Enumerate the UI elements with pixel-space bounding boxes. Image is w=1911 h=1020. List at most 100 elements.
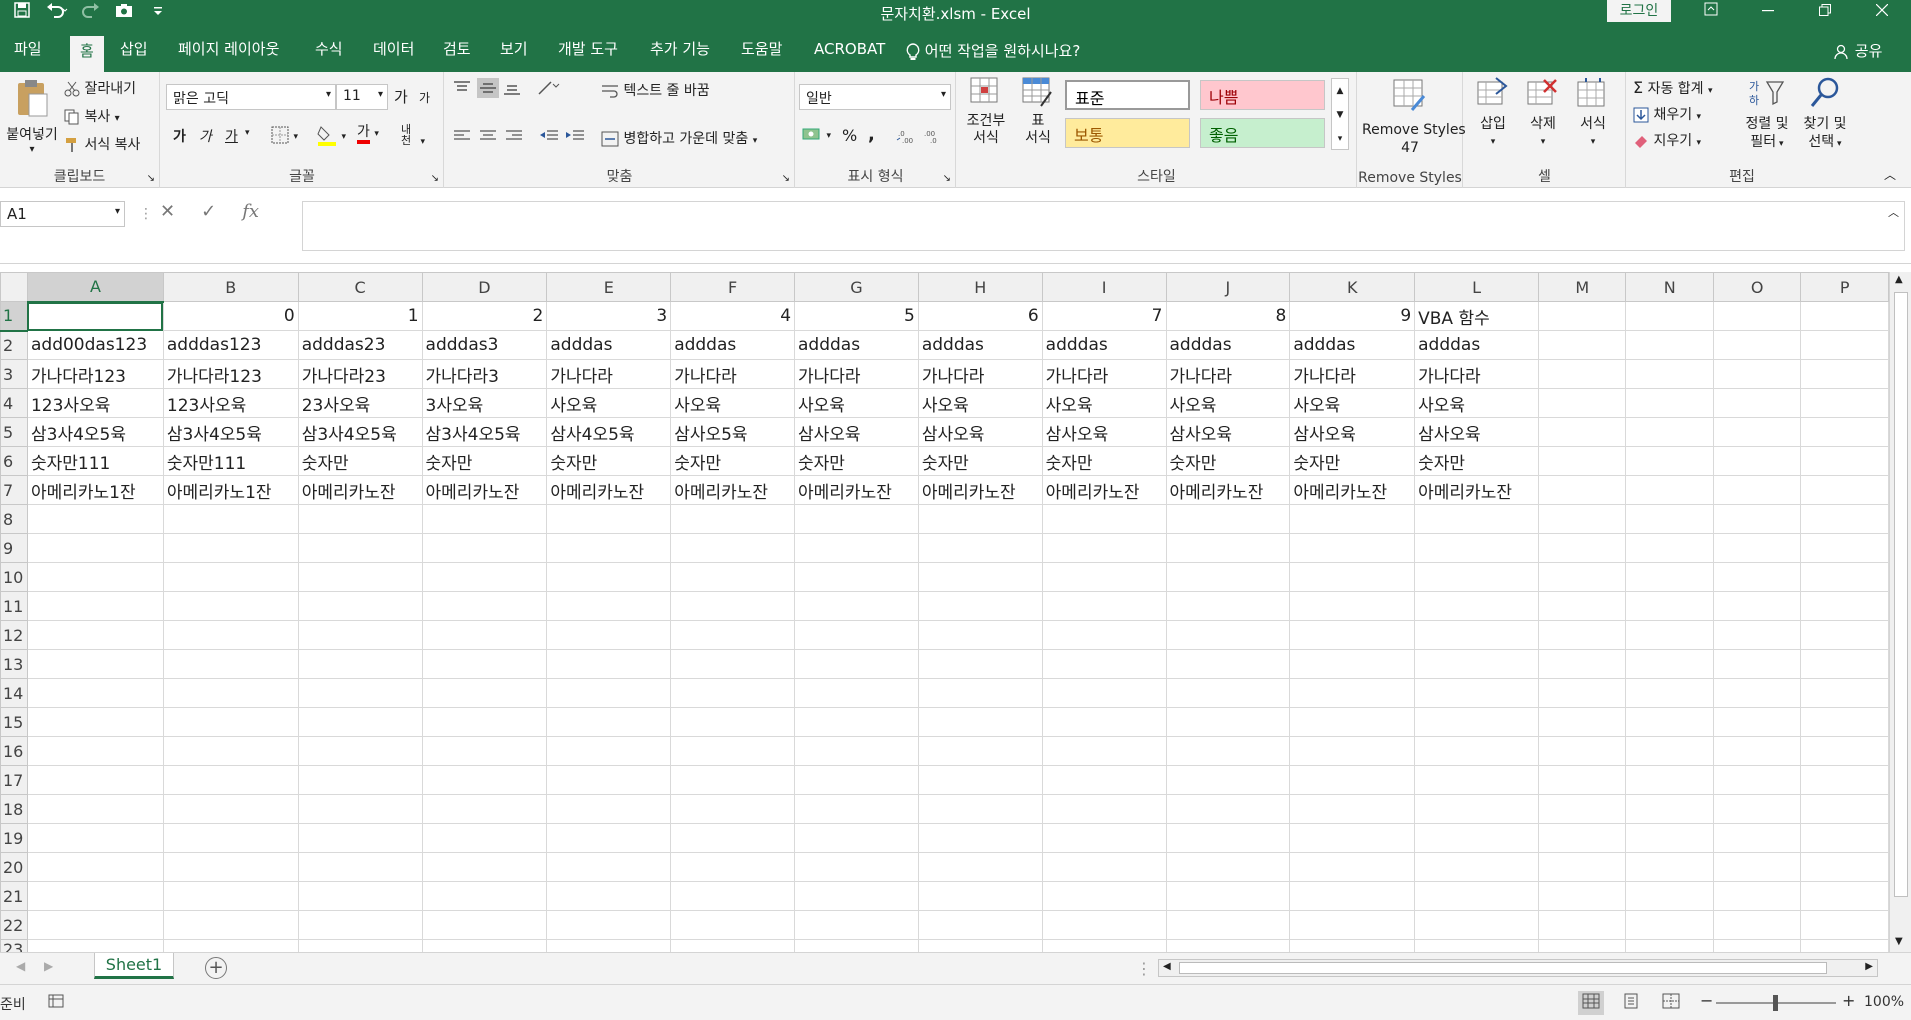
select-all-corner[interactable]: [0, 272, 28, 302]
cell-F4[interactable]: 사오육: [670, 388, 796, 418]
cell-O7[interactable]: [1712, 475, 1802, 505]
tab-page-layout[interactable]: 페이지 레이아웃: [168, 38, 289, 72]
cell-N16[interactable]: [1625, 736, 1714, 766]
row-header[interactable]: 8: [0, 504, 28, 534]
cell-D15[interactable]: [421, 707, 548, 737]
cell-B11[interactable]: [162, 591, 299, 621]
enter-icon[interactable]: ✓: [201, 201, 216, 222]
row-header[interactable]: 3: [0, 359, 28, 389]
cell-D4[interactable]: 3사오육: [421, 388, 548, 418]
row-header[interactable]: 10: [0, 562, 28, 592]
row-header[interactable]: 16: [0, 736, 28, 766]
cell-B4[interactable]: 123사오육: [162, 388, 299, 418]
cell-O1[interactable]: [1712, 301, 1802, 331]
cell-I1[interactable]: 7: [1041, 301, 1167, 331]
cell-B13[interactable]: [162, 649, 299, 679]
cell-O20[interactable]: [1712, 852, 1802, 882]
scroll-down-icon[interactable]: ▼: [1895, 936, 1903, 947]
cell-O10[interactable]: [1712, 562, 1802, 592]
zoom-slider-thumb[interactable]: [1773, 995, 1778, 1011]
cell-C13[interactable]: [297, 649, 423, 679]
cell-J9[interactable]: [1165, 533, 1291, 563]
align-middle-button[interactable]: [477, 78, 499, 98]
cell-J12[interactable]: [1165, 620, 1291, 650]
cell-L13[interactable]: [1414, 649, 1539, 679]
cell-E12[interactable]: [546, 620, 672, 650]
cell-F13[interactable]: [670, 649, 796, 679]
cell-K7[interactable]: 아메리카노잔: [1289, 475, 1416, 505]
cell-A11[interactable]: [26, 591, 164, 621]
cell-O8[interactable]: [1712, 504, 1802, 534]
zoom-in-icon[interactable]: +: [1842, 991, 1855, 1010]
cell-K20[interactable]: [1289, 852, 1416, 882]
cell-H2[interactable]: adddas: [917, 330, 1043, 360]
merge-center-button[interactable]: 병합하고 가운데 맞춤 ▾: [601, 128, 757, 148]
cell-J1[interactable]: 8: [1165, 301, 1291, 331]
cell-G14[interactable]: [794, 678, 919, 708]
cell-C4[interactable]: 23사오육: [297, 388, 423, 418]
cell-D13[interactable]: [421, 649, 548, 679]
cell-F12[interactable]: [670, 620, 796, 650]
cell-C9[interactable]: [297, 533, 423, 563]
cell-J14[interactable]: [1165, 678, 1291, 708]
cell-M17[interactable]: [1537, 765, 1627, 795]
cell-I6[interactable]: 숫자만: [1041, 446, 1167, 476]
cell-F1[interactable]: 4: [670, 301, 796, 331]
cell-K5[interactable]: 삼사오육: [1289, 417, 1416, 447]
cell-O19[interactable]: [1712, 823, 1802, 853]
cell-N3[interactable]: [1625, 359, 1714, 389]
conditional-formatting-button[interactable]: 조건부 서식: [961, 76, 1011, 147]
cell-J16[interactable]: [1165, 736, 1291, 766]
cell-K13[interactable]: [1289, 649, 1416, 679]
number-launcher-icon[interactable]: ↘: [943, 173, 951, 184]
cell-C2[interactable]: adddas23: [297, 330, 423, 360]
cell-M8[interactable]: [1537, 504, 1627, 534]
cell-G22[interactable]: [794, 910, 919, 940]
row-header[interactable]: 17: [0, 765, 28, 795]
paste-button[interactable]: 붙여넣기 ▾: [4, 78, 60, 155]
cell-O16[interactable]: [1712, 736, 1802, 766]
cell-E20[interactable]: [546, 852, 672, 882]
normal-view-icon[interactable]: [1578, 991, 1604, 1015]
cell-M18[interactable]: [1537, 794, 1627, 824]
cell-F11[interactable]: [670, 591, 796, 621]
cell-F5[interactable]: 삼사오5육: [670, 417, 796, 447]
cell-I5[interactable]: 삼사오육: [1041, 417, 1167, 447]
cell-K16[interactable]: [1289, 736, 1416, 766]
cell-J13[interactable]: [1165, 649, 1291, 679]
cell-I18[interactable]: [1041, 794, 1167, 824]
cell-M16[interactable]: [1537, 736, 1627, 766]
horizontal-scrollbar[interactable]: ◀ ▶: [1158, 959, 1878, 977]
cell-G2[interactable]: adddas: [794, 330, 919, 360]
column-header-H[interactable]: H: [917, 272, 1043, 302]
cell-K12[interactable]: [1289, 620, 1416, 650]
cell-P23[interactable]: [1800, 939, 1889, 952]
cell-I21[interactable]: [1041, 881, 1167, 911]
cell-E9[interactable]: [546, 533, 672, 563]
horizontal-scroll-thumb[interactable]: [1179, 962, 1827, 974]
cell-E4[interactable]: 사오육: [546, 388, 672, 418]
cell-N4[interactable]: [1625, 388, 1714, 418]
cell-style-neutral[interactable]: 보통: [1065, 118, 1190, 148]
orientation-button[interactable]: [537, 80, 561, 96]
zoom-out-icon[interactable]: −: [1700, 991, 1713, 1010]
delete-cells-button[interactable]: 삭제 ▾: [1520, 76, 1566, 151]
cell-A21[interactable]: [26, 881, 164, 911]
cell-D21[interactable]: [421, 881, 548, 911]
cell-D5[interactable]: 삼3사4오5육: [421, 417, 548, 447]
cell-A9[interactable]: [26, 533, 164, 563]
insert-function-icon[interactable]: fx: [242, 201, 259, 222]
cell-O14[interactable]: [1712, 678, 1802, 708]
insert-cells-button[interactable]: 삽입 ▾: [1470, 76, 1516, 151]
cell-D9[interactable]: [421, 533, 548, 563]
cell-K3[interactable]: 가나다라: [1289, 359, 1416, 389]
cell-N10[interactable]: [1625, 562, 1714, 592]
cell-A20[interactable]: [26, 852, 164, 882]
number-format-select[interactable]: 일반 ▾: [799, 84, 951, 110]
cell-H16[interactable]: [917, 736, 1043, 766]
cell-G20[interactable]: [794, 852, 919, 882]
cell-O23[interactable]: [1712, 939, 1802, 952]
cell-I2[interactable]: adddas: [1041, 330, 1167, 360]
cell-D10[interactable]: [421, 562, 548, 592]
cell-P11[interactable]: [1800, 591, 1889, 621]
